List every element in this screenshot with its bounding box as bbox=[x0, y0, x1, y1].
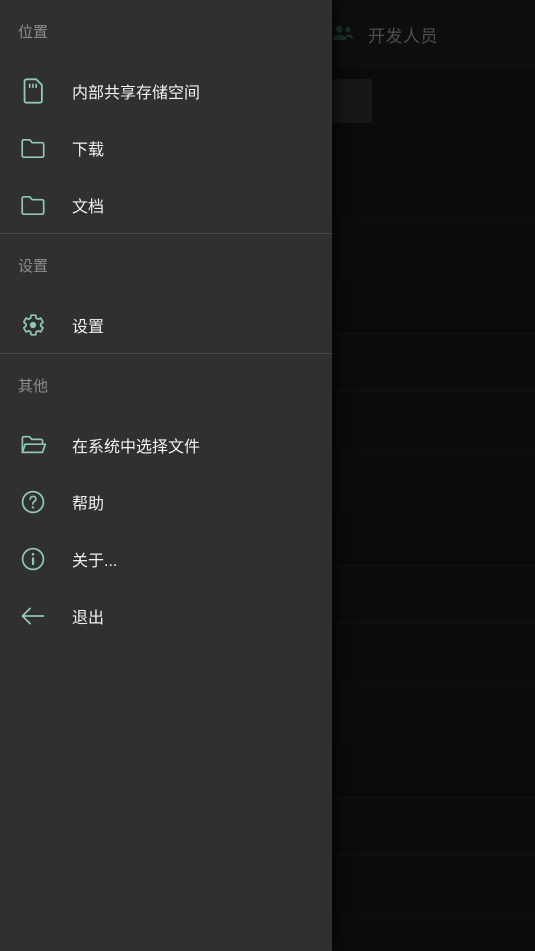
people-group-icon bbox=[332, 25, 354, 41]
drawer-item-documents[interactable]: 文档 bbox=[0, 176, 332, 233]
drawer-item-pick-file-from-system[interactable]: 在系统中选择文件 bbox=[0, 416, 332, 473]
info-circle-icon bbox=[18, 544, 48, 574]
folder-icon bbox=[18, 133, 48, 163]
drawer-item-label: 关于... bbox=[72, 552, 118, 570]
drawer-item-label: 设置 bbox=[72, 318, 105, 336]
background-app-title: 开发人员 bbox=[368, 26, 438, 46]
drawer-item-label: 帮助 bbox=[72, 495, 105, 513]
folder-open-icon bbox=[18, 430, 48, 460]
folder-icon bbox=[18, 190, 48, 220]
drawer-item-help[interactable]: 帮助 bbox=[0, 473, 332, 530]
screen-root: 开发人员 空间 位置 bbox=[0, 0, 535, 951]
help-circle-icon bbox=[18, 487, 48, 517]
drawer-item-internal-storage[interactable]: 内部共享存储空间 bbox=[0, 62, 332, 119]
drawer-item-label: 文档 bbox=[72, 198, 105, 216]
drawer-section-other: 其他 在系统中选择文件 帮助 关于... 退出 bbox=[0, 354, 332, 644]
drawer-item-label: 在系统中选择文件 bbox=[72, 438, 201, 456]
drawer-item-label: 下载 bbox=[72, 141, 105, 159]
drawer-section-places: 位置 内部共享存储空间 下载 文档 bbox=[0, 0, 332, 233]
drawer-item-about[interactable]: 关于... bbox=[0, 530, 332, 587]
drawer-item-label: 内部共享存储空间 bbox=[72, 84, 201, 102]
drawer-item-downloads[interactable]: 下载 bbox=[0, 119, 332, 176]
sd-card-icon bbox=[18, 76, 48, 106]
navigation-drawer: 位置 内部共享存储空间 下载 文档 设置 设置 其他 在系统中选择文件 帮助 关… bbox=[0, 0, 332, 951]
drawer-item-settings[interactable]: 设置 bbox=[0, 296, 332, 353]
section-header-other: 其他 bbox=[18, 377, 49, 395]
section-header-places: 位置 bbox=[18, 23, 49, 41]
drawer-section-settings: 设置 设置 bbox=[0, 234, 332, 353]
arrow-left-icon bbox=[18, 601, 48, 631]
drawer-item-label: 退出 bbox=[72, 609, 105, 627]
drawer-item-exit[interactable]: 退出 bbox=[0, 587, 332, 644]
gear-icon bbox=[18, 310, 48, 340]
section-header-settings: 设置 bbox=[18, 257, 49, 275]
